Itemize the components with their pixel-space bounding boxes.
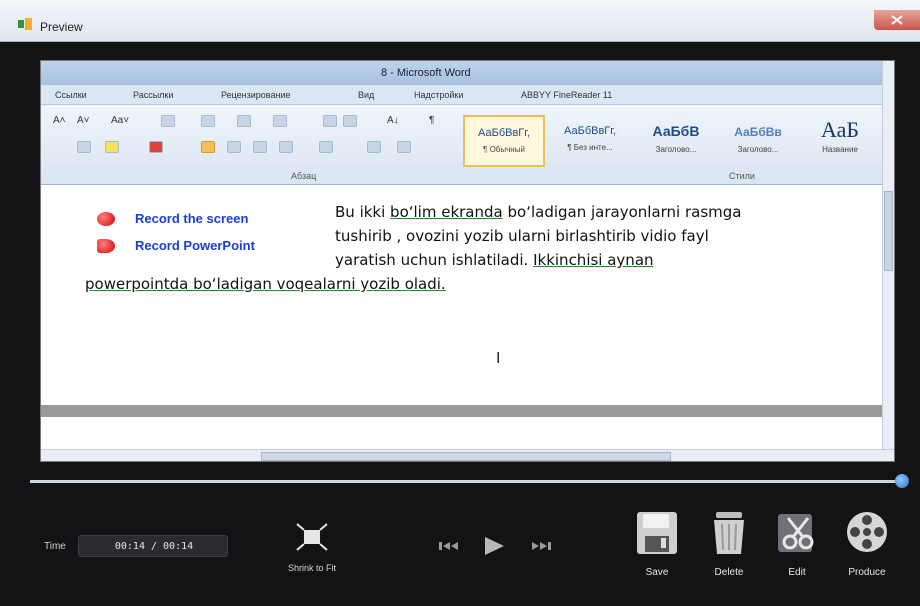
edit-button[interactable]: Edit [762,510,832,578]
style-sample: АаБбВвГг, [564,125,616,137]
decrease-indent-icon [323,115,337,127]
ribbon-tab: Надстройки [414,90,464,100]
shrink-font-glyph: A˅ [77,115,90,126]
style-title: АаБ Название [799,115,881,167]
paragraph-group-label: Абзац [291,171,317,181]
clear-format-icon [161,115,175,127]
seek-bar[interactable] [30,480,902,483]
ribbon-tab: Рассылки [133,90,174,100]
trash-icon [714,512,744,554]
scissors-icon [778,514,814,552]
time-value: 00:14 / 00:14 [114,541,194,552]
text-effects-icon [77,141,91,153]
shrink-to-fit-button[interactable]: Shrink to Fit [272,522,352,573]
time-display: 00:14 / 00:14 [78,535,228,557]
page-gap [41,405,884,417]
document-paragraph: Bu ikki bo‘lim ekranda bo‘ladigan jarayo… [85,200,875,296]
align-right-icon [253,141,267,153]
multilevel-list-icon [273,115,287,127]
style-name: ¶ Без инте... [567,143,613,152]
word-document: Record the screen Record PowerPoint Bu i… [41,185,884,405]
numbering-icon [237,115,251,127]
delete-label: Delete [714,567,744,578]
edit-label: Edit [788,567,806,578]
increase-indent-icon [343,115,357,127]
next-page [41,417,884,447]
title-bar: Preview [0,0,920,42]
word-title-bar: 8 - Microsoft Word [41,61,894,85]
ribbon-tab: ABBYY FineReader 11 [521,90,613,100]
style-sample: АаБбВвГг, [478,127,530,139]
style-name: ¶ Обычный [483,145,525,154]
ribbon-tab: Рецензирование [221,90,291,100]
previous-icon[interactable] [438,538,462,554]
align-left-icon [201,141,215,153]
sort-glyph: A↓ [387,115,399,126]
preview-window: Preview 8 - Microsoft Word Ссылки Рассыл… [0,0,920,606]
next-icon[interactable] [528,538,552,554]
save-label: Save [645,567,669,578]
app-icon [18,18,32,30]
change-case-glyph: Aa˅ [111,115,130,126]
style-name: Заголово... [655,145,697,154]
produce-button[interactable]: Produce [832,510,902,578]
word-title: 8 - Microsoft Word [381,67,471,79]
grow-font-glyph: A˄ [53,115,66,126]
word-ribbon-tabs: Ссылки Рассылки Рецензирование Вид Надст… [41,85,894,105]
style-sample: АаБбВв [734,125,782,139]
shrink-to-fit-icon [296,523,328,551]
text-run: yaratish uchun ishlatiladi. [335,251,534,269]
align-center-icon [227,141,241,153]
word-ribbon: A˄ A˅ Aa˅ A↓ ¶ Абзац Стили АаБбВвГг, ¶ О… [41,105,894,185]
style-normal: АаБбВвГг, ¶ Обычный [463,115,545,167]
underlined-text: bo‘lim ekranda [390,203,503,221]
font-color-icon [149,141,163,153]
ribbon-tab: Вид [358,90,375,100]
close-icon [891,15,903,25]
style-sample: АаБбВ [652,123,700,139]
scroll-thumb[interactable] [884,191,893,271]
preview-canvas: 8 - Microsoft Word Ссылки Рассылки Рецен… [40,60,895,462]
pilcrow-glyph: ¶ [429,115,435,126]
shrink-to-fit-label: Shrink to Fit [287,563,336,573]
highlight-icon [105,141,119,153]
styles-group-label: Стили [729,171,755,181]
text-run: Bu ikki [335,203,391,221]
underlined-text: Ikkinchisi aynan [533,251,654,269]
save-icon [637,512,677,554]
film-reel-icon [847,512,887,552]
text-run: bo‘ladigan jarayonlarni rasmga [502,203,742,221]
time-label: Time [44,541,66,552]
window-title: Preview [40,20,83,34]
justify-icon [279,141,293,153]
play-icon[interactable] [482,536,506,556]
paragraph-line: Bu ikki bo‘lim ekranda bo‘ladigan jarayo… [85,200,875,224]
style-heading-2: АаБбВв Заголово... [717,115,799,167]
seek-handle[interactable] [895,474,909,488]
produce-label: Produce [848,567,886,578]
borders-icon [397,141,411,153]
style-name: Заголово... [737,145,779,154]
shading-icon [367,141,381,153]
paragraph-line: tushirib , ovozini yozib ularni birlasht… [335,227,709,245]
close-button[interactable] [874,10,920,30]
scroll-thumb[interactable] [261,452,671,461]
text-cursor-icon: I [496,350,501,367]
style-no-spacing: АаБбВвГг, ¶ Без инте... [549,115,631,167]
paragraph-line: powerpointda bo‘ladigan voqealarni yozib… [85,275,446,293]
delete-button[interactable]: Delete [694,510,764,578]
style-sample: АаБ [821,117,859,142]
horizontal-scrollbar[interactable] [41,449,894,461]
bullets-icon [201,115,215,127]
style-heading-1: АаБбВ Заголово... [635,115,717,167]
line-spacing-icon [319,141,333,153]
paragraph-line: yaratish uchun ishlatiladi. Ikkinchisi a… [85,248,875,272]
style-name: Название [822,145,858,154]
save-button[interactable]: Save [622,510,692,578]
ribbon-tab: Ссылки [55,90,87,100]
vertical-scrollbar[interactable] [882,61,894,451]
